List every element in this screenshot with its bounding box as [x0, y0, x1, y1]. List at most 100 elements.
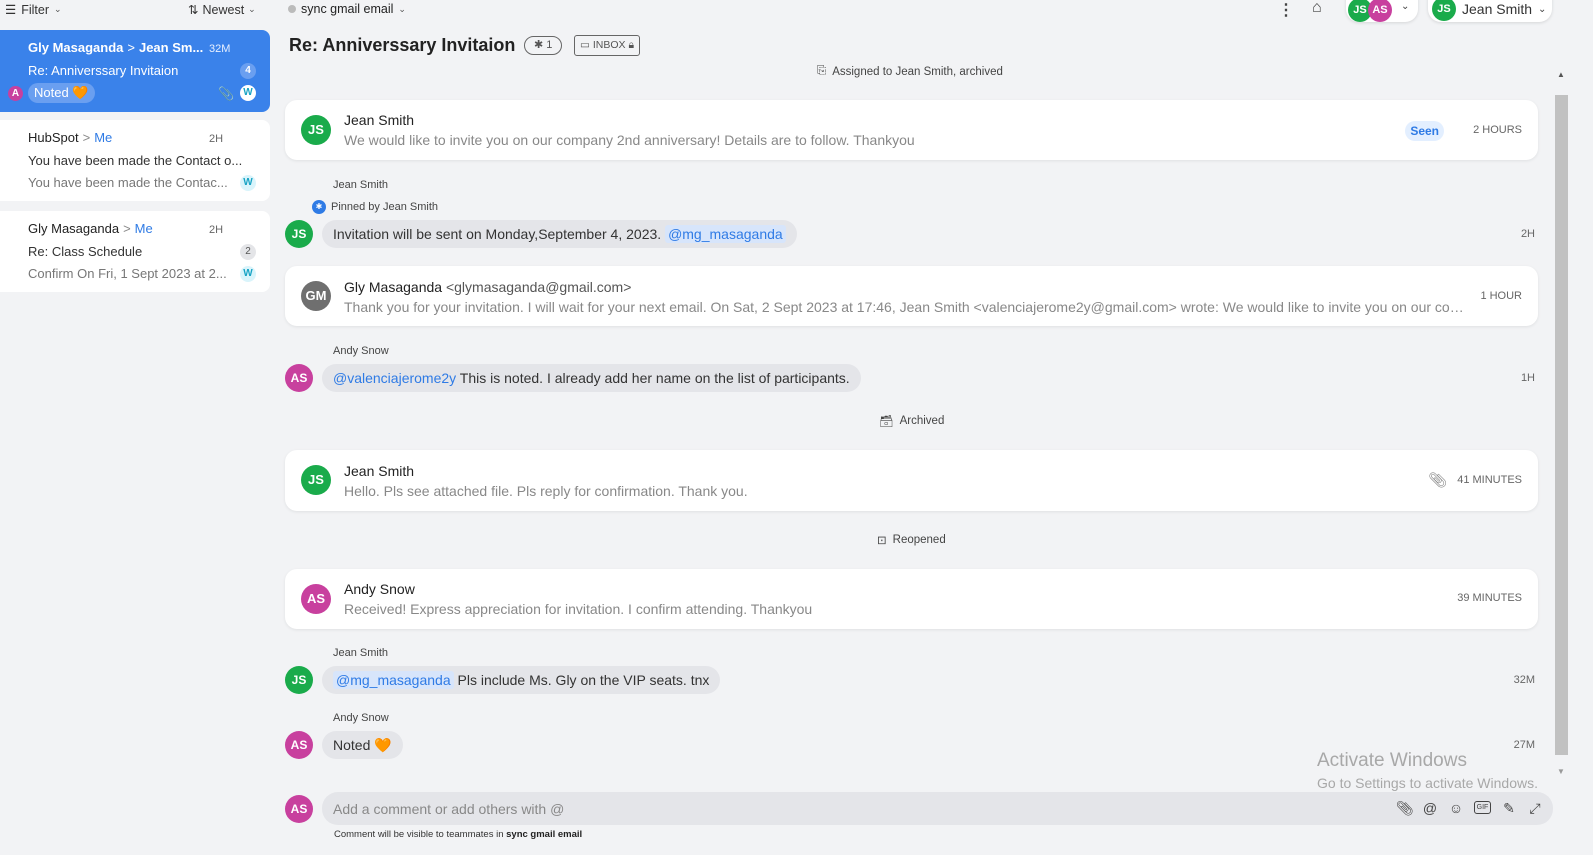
sort-icon: ⇅ — [188, 3, 199, 17]
pinned-count-button[interactable]: ✱ 1 — [524, 36, 563, 55]
mention-link[interactable]: @mg_masaganda — [333, 671, 454, 689]
message-count-badge: 4 — [240, 63, 256, 79]
message-preview: Hello. Pls see attached file. Pls reply … — [344, 483, 748, 499]
inbox-icon: ▭ — [580, 39, 590, 51]
ai-wand-icon[interactable]: ✎ — [1501, 800, 1517, 817]
comment-author: Jean Smith — [333, 647, 389, 659]
composer-hint: Comment will be visible to teammates in … — [334, 829, 583, 840]
sender-name: Jean Smith — [344, 112, 415, 128]
conversation-item[interactable]: Gly Masaganda > Me 2H Re: Class Schedule… — [0, 211, 270, 292]
comment-bubble[interactable]: Noted 🧡 — [322, 731, 403, 759]
account-selector[interactable]: sync gmail email ⌄ — [288, 2, 406, 16]
message-time: 2 HOURS — [1473, 124, 1522, 136]
workspace-badge: W — [240, 85, 256, 101]
avatar: JS — [301, 115, 331, 145]
comment-author: Andy Snow — [333, 345, 389, 357]
conversation-preview: You have been made the Contac... — [28, 175, 228, 190]
message-preview: Thank you for your invitation. I will wa… — [344, 299, 1469, 315]
conversation-time: 2H — [209, 133, 224, 145]
comment-bubble[interactable]: @valenciajerome2y This is noted. I alrea… — [322, 364, 861, 392]
email-message[interactable]: GM Gly Masaganda <glymasaganda@gmail.com… — [285, 266, 1538, 326]
conversation-time: 2H — [209, 224, 224, 236]
conversation-subject: Re: Anniverssary Invitaion — [28, 63, 179, 78]
conversation-time: 32M — [209, 43, 231, 55]
conversation-subject: You have been made the Contact o... — [28, 153, 243, 168]
sender-name: Jean Smith — [344, 463, 415, 479]
attach-icon[interactable]: 📎︎ — [1396, 800, 1414, 817]
assignee-selector[interactable]: JS Jean Smith ⌄ — [1428, 0, 1552, 22]
conversation-item[interactable]: HubSpot > Me 2H You have been made the C… — [0, 120, 270, 201]
conversation-title: Re: Anniverssary Invitaion — [289, 35, 516, 55]
pinned-indicator: ✱ Pinned by Jean Smith — [312, 200, 438, 214]
participants-selector[interactable]: JS AS ⌄ — [1346, 0, 1418, 22]
scrollbar-thumb[interactable] — [1555, 95, 1568, 755]
comment-author: Andy Snow — [333, 712, 389, 724]
scroll-up-arrow-icon[interactable]: ▲ — [1557, 70, 1565, 79]
avatar: AS — [1368, 0, 1392, 22]
assignee-avatar: A — [8, 86, 23, 101]
workspace-badge: W — [240, 175, 256, 191]
sender-name: Gly Masaganda — [344, 279, 443, 295]
comment-time: 2H — [1520, 228, 1535, 240]
gif-icon[interactable]: GIF — [1474, 801, 1491, 814]
avatar: AS — [285, 795, 313, 823]
mention-icon[interactable]: @ — [1422, 800, 1438, 817]
conversation-from: HubSpot — [28, 130, 79, 145]
attachment-icon: 📎 — [218, 86, 235, 101]
avatar: JS — [1432, 0, 1456, 21]
message-preview: Received! Express appreciation for invit… — [344, 601, 813, 617]
thread-scrollbar[interactable]: ▲ ▼ — [1555, 68, 1568, 776]
chevron-down-icon: ⌄ — [1401, 1, 1410, 12]
avatar: GM — [301, 281, 331, 311]
chevron-down-icon: ⌄ — [398, 3, 406, 14]
message-time: 41 MINUTES — [1457, 474, 1522, 486]
composer-toolbar: 📎︎ @ ☺ GIF ✎ ⤢ — [1396, 800, 1543, 817]
list-toolbar: ☰ Filter ⌄ ⇅ Newest ⌄ — [0, 0, 278, 20]
filter-icon: ☰ — [5, 3, 17, 17]
conversation-to: Me — [134, 221, 153, 236]
scroll-down-arrow-icon[interactable]: ▼ — [1557, 767, 1565, 776]
avatar: JS — [285, 220, 313, 248]
avatar: JS — [285, 666, 313, 694]
email-message[interactable]: JS Jean Smith We would like to invite yo… — [285, 100, 1538, 160]
message-count-badge: 2 — [240, 244, 256, 260]
conversation-list: ☰ Filter ⌄ ⇅ Newest ⌄ Gly Masaganda > Je… — [0, 0, 278, 855]
message-preview: We would like to invite you on our compa… — [344, 132, 915, 148]
sort-button[interactable]: ⇅ Newest ⌄ — [188, 2, 256, 18]
assign-icon: ⎘ — [817, 65, 827, 77]
comment-time: 1H — [1520, 372, 1535, 384]
avatar: JS — [301, 465, 331, 495]
filter-button[interactable]: ☰ Filter ⌄ — [5, 2, 62, 18]
expand-icon[interactable]: ⤢ — [1527, 800, 1543, 817]
more-options-icon[interactable]: ⋮ — [1278, 0, 1294, 20]
emoji-icon[interactable]: ☺ — [1448, 800, 1464, 817]
reopened-event: ⊡ Reopened — [877, 534, 946, 547]
sender-email: <glymasaganda@gmail.com> — [445, 279, 632, 295]
email-message[interactable]: AS Andy Snow Received! Express appreciat… — [285, 569, 1538, 629]
status-dot — [288, 5, 296, 13]
comment-author: Jean Smith — [333, 179, 389, 191]
inbox-icon: ⊡ — [877, 535, 887, 547]
message-time: 39 MINUTES — [1457, 592, 1522, 604]
archived-event: 🗃︎ Archived — [879, 415, 945, 428]
mention-link[interactable]: @valenciajerome2y — [333, 370, 456, 386]
email-message[interactable]: JS Jean Smith Hello. Pls see attached fi… — [285, 450, 1538, 511]
assignment-event: ⎘ Assigned to Jean Smith, archived — [817, 65, 1003, 78]
attachment-icon[interactable]: 📎︎ — [1428, 471, 1447, 489]
chevron-down-icon: ⌄ — [1538, 3, 1547, 15]
comment-bubble[interactable]: Invitation will be sent on Monday,Septem… — [322, 220, 797, 248]
conversation-to: Me — [94, 130, 113, 145]
message-time: 1 HOUR — [1480, 290, 1522, 302]
avatar: AS — [285, 364, 313, 392]
archive-icon: 🗃︎ — [879, 416, 894, 428]
windows-activation-watermark: Activate Windows Go to Settings to activ… — [1317, 750, 1538, 791]
comment-bubble[interactable]: @mg_masaganda Pls include Ms. Gly on the… — [322, 666, 721, 694]
comment-input[interactable] — [333, 792, 1383, 825]
conversation-item[interactable]: Gly Masaganda > Jean Sm... 32M Re: Anniv… — [0, 30, 270, 112]
inbox-label[interactable]: ▭ INBOX 🔒︎ — [574, 35, 641, 56]
chevron-down-icon: ⌄ — [248, 4, 256, 14]
mention-link[interactable]: @mg_masaganda — [665, 225, 786, 243]
tag-icon[interactable]: ⌂ — [1312, 0, 1322, 17]
tag-pill[interactable]: Noted 🧡 — [28, 83, 95, 103]
conversation-from: Gly Masaganda — [28, 40, 124, 55]
